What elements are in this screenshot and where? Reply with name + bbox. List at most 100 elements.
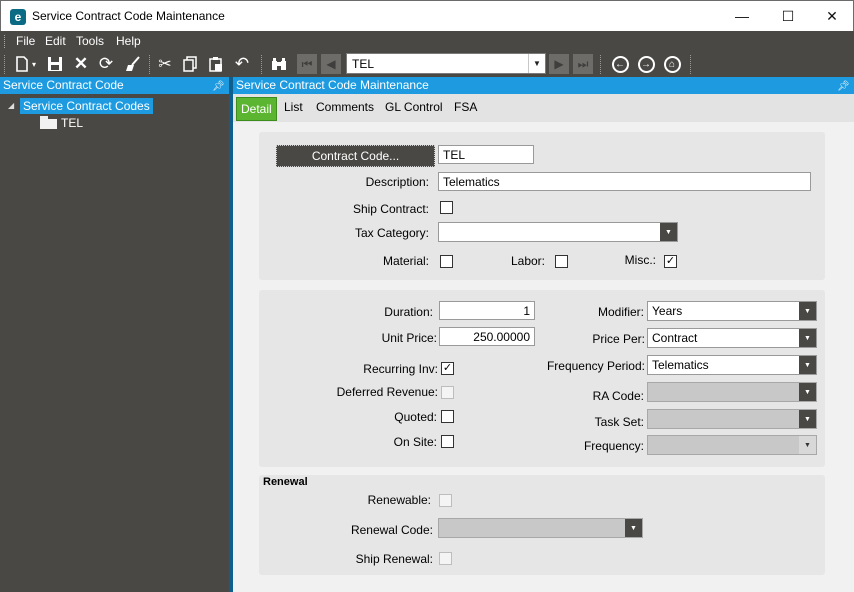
chevron-down-icon[interactable]: ▼ [799, 302, 816, 320]
modifier-label: Modifier: [597, 305, 644, 319]
ra-code-label: RA Code: [592, 389, 644, 403]
description-field[interactable]: Telematics [438, 172, 811, 191]
misc-checkbox[interactable]: ✓ [664, 255, 677, 268]
save-icon[interactable] [45, 54, 65, 74]
record-key-combo[interactable]: TEL ▼ [346, 53, 546, 74]
chevron-down-icon[interactable]: ▼ [799, 356, 816, 374]
copy-icon[interactable] [180, 54, 200, 74]
pin-icon[interactable]: 📌︎ [837, 78, 850, 95]
quoted-label: Quoted: [394, 410, 437, 424]
chevron-down-icon[interactable]: ▼ [528, 54, 545, 73]
tree-panel-header: Service Contract Code 📌︎ [0, 77, 229, 94]
renewable-checkbox[interactable] [439, 494, 452, 507]
frequency-period-select[interactable]: Telematics ▼ [647, 355, 817, 375]
menu-file[interactable]: File [16, 34, 35, 48]
tree-child-node[interactable]: TEL [61, 116, 83, 130]
quoted-checkbox[interactable] [441, 410, 454, 423]
tax-category-select[interactable]: ▼ [438, 222, 678, 242]
ra-code-select[interactable]: ▼ [647, 382, 817, 402]
home-icon[interactable]: ⌂ [662, 54, 682, 74]
cut-icon[interactable]: ✂ [155, 54, 175, 74]
next-record-icon[interactable]: ▶ [549, 54, 569, 74]
renewable-label: Renewable: [367, 493, 431, 507]
toolbar-separator [690, 55, 691, 74]
toolbar-separator [261, 55, 262, 74]
delete-icon[interactable]: ✕ [71, 54, 91, 74]
last-record-icon[interactable]: ⏭ [573, 54, 593, 74]
price-per-label: Price Per: [592, 332, 645, 346]
toolbar-separator [149, 55, 150, 74]
maximize-button[interactable]: ☐ [765, 1, 811, 31]
pin-icon[interactable]: 📌︎ [212, 78, 225, 95]
misc-label: Misc.: [624, 253, 656, 267]
new-dropdown-icon[interactable]: ▾ [28, 54, 40, 74]
description-label: Description: [365, 175, 429, 189]
tab-comments[interactable]: Comments [316, 100, 374, 114]
renewal-code-label: Renewal Code: [350, 523, 433, 537]
task-set-label: Task Set: [594, 415, 644, 429]
window-title: Service Contract Code Maintenance [32, 9, 225, 23]
paste-icon[interactable] [206, 54, 226, 74]
undo-icon[interactable]: ↶ [232, 54, 252, 74]
ship-contract-label: Ship Contract: [352, 202, 429, 216]
modifier-value: Years [652, 304, 683, 318]
ship-contract-checkbox[interactable] [440, 201, 453, 214]
menu-help[interactable]: Help [116, 34, 141, 48]
menu-edit[interactable]: Edit [45, 34, 66, 48]
chevron-down-icon[interactable]: ▼ [799, 383, 816, 401]
record-key-value: TEL [352, 57, 375, 71]
tree-expand-icon[interactable]: ◢ [8, 101, 14, 110]
tab-gl-control[interactable]: GL Control [385, 100, 443, 114]
tree-root-node[interactable]: Service Contract Codes [20, 98, 153, 114]
forward-icon[interactable]: → [636, 54, 656, 74]
renewal-code-select[interactable]: ▼ [438, 518, 643, 538]
duration-field[interactable]: 1 [439, 301, 535, 320]
chevron-down-icon[interactable]: ▼ [799, 436, 816, 454]
unit-price-field[interactable]: 250.00000 [439, 327, 535, 346]
previous-record-icon[interactable]: ◀ [321, 54, 341, 74]
detail-panel-header: Service Contract Code Maintenance 📌︎ [233, 77, 854, 94]
recurring-inv-checkbox[interactable]: ✓ [441, 362, 454, 375]
on-site-checkbox[interactable] [441, 435, 454, 448]
tab-list[interactable]: List [284, 100, 303, 114]
tree-panel-title: Service Contract Code [3, 78, 124, 92]
frequency-select[interactable]: ▼ [647, 435, 817, 455]
chevron-down-icon[interactable]: ▼ [799, 410, 816, 428]
labor-checkbox[interactable] [555, 255, 568, 268]
recurring-inv-label: Recurring Inv: [363, 362, 438, 376]
ship-renewal-checkbox[interactable] [439, 552, 452, 565]
tab-bar: Detail List Comments GL Control FSA [233, 94, 854, 122]
search-icon[interactable] [269, 54, 289, 74]
material-checkbox[interactable] [440, 255, 453, 268]
toolbar-separator [600, 55, 601, 74]
deferred-revenue-checkbox[interactable] [441, 386, 454, 399]
price-per-select[interactable]: Contract ▼ [647, 328, 817, 348]
contract-code-button[interactable]: Contract Code... [276, 145, 435, 167]
menu-grip [4, 35, 7, 48]
tab-fsa[interactable]: FSA [454, 100, 477, 114]
labor-label: Labor: [510, 254, 545, 268]
minimize-button[interactable]: — [719, 1, 765, 31]
first-record-icon[interactable]: ⏮ [297, 54, 317, 74]
chevron-down-icon[interactable]: ▼ [660, 223, 677, 241]
modifier-select[interactable]: Years ▼ [647, 301, 817, 321]
menu-tools[interactable]: Tools [76, 34, 104, 48]
task-set-select[interactable]: ▼ [647, 409, 817, 429]
tab-detail[interactable]: Detail [236, 97, 277, 121]
contract-code-field[interactable]: TEL [438, 145, 534, 164]
detail-panel: Service Contract Code Maintenance 📌︎ Det… [233, 77, 854, 592]
chevron-down-icon[interactable]: ▼ [799, 329, 816, 347]
frequency-period-value: Telematics [652, 358, 709, 372]
deferred-revenue-label: Deferred Revenue: [336, 385, 438, 399]
back-icon[interactable]: ← [610, 54, 630, 74]
chevron-down-icon[interactable]: ▼ [625, 519, 642, 537]
clear-icon[interactable] [123, 54, 143, 74]
ship-renewal-label: Ship Renewal: [355, 552, 433, 566]
duration-label: Duration: [384, 305, 433, 319]
detail-panel-title: Service Contract Code Maintenance [236, 78, 429, 92]
tree-panel: Service Contract Code 📌︎ [0, 77, 229, 592]
refresh-icon[interactable]: ⟳ [96, 54, 116, 74]
material-label: Material: [382, 254, 429, 268]
close-button[interactable]: ✕ [809, 1, 854, 31]
toolbar-grip [4, 55, 5, 74]
